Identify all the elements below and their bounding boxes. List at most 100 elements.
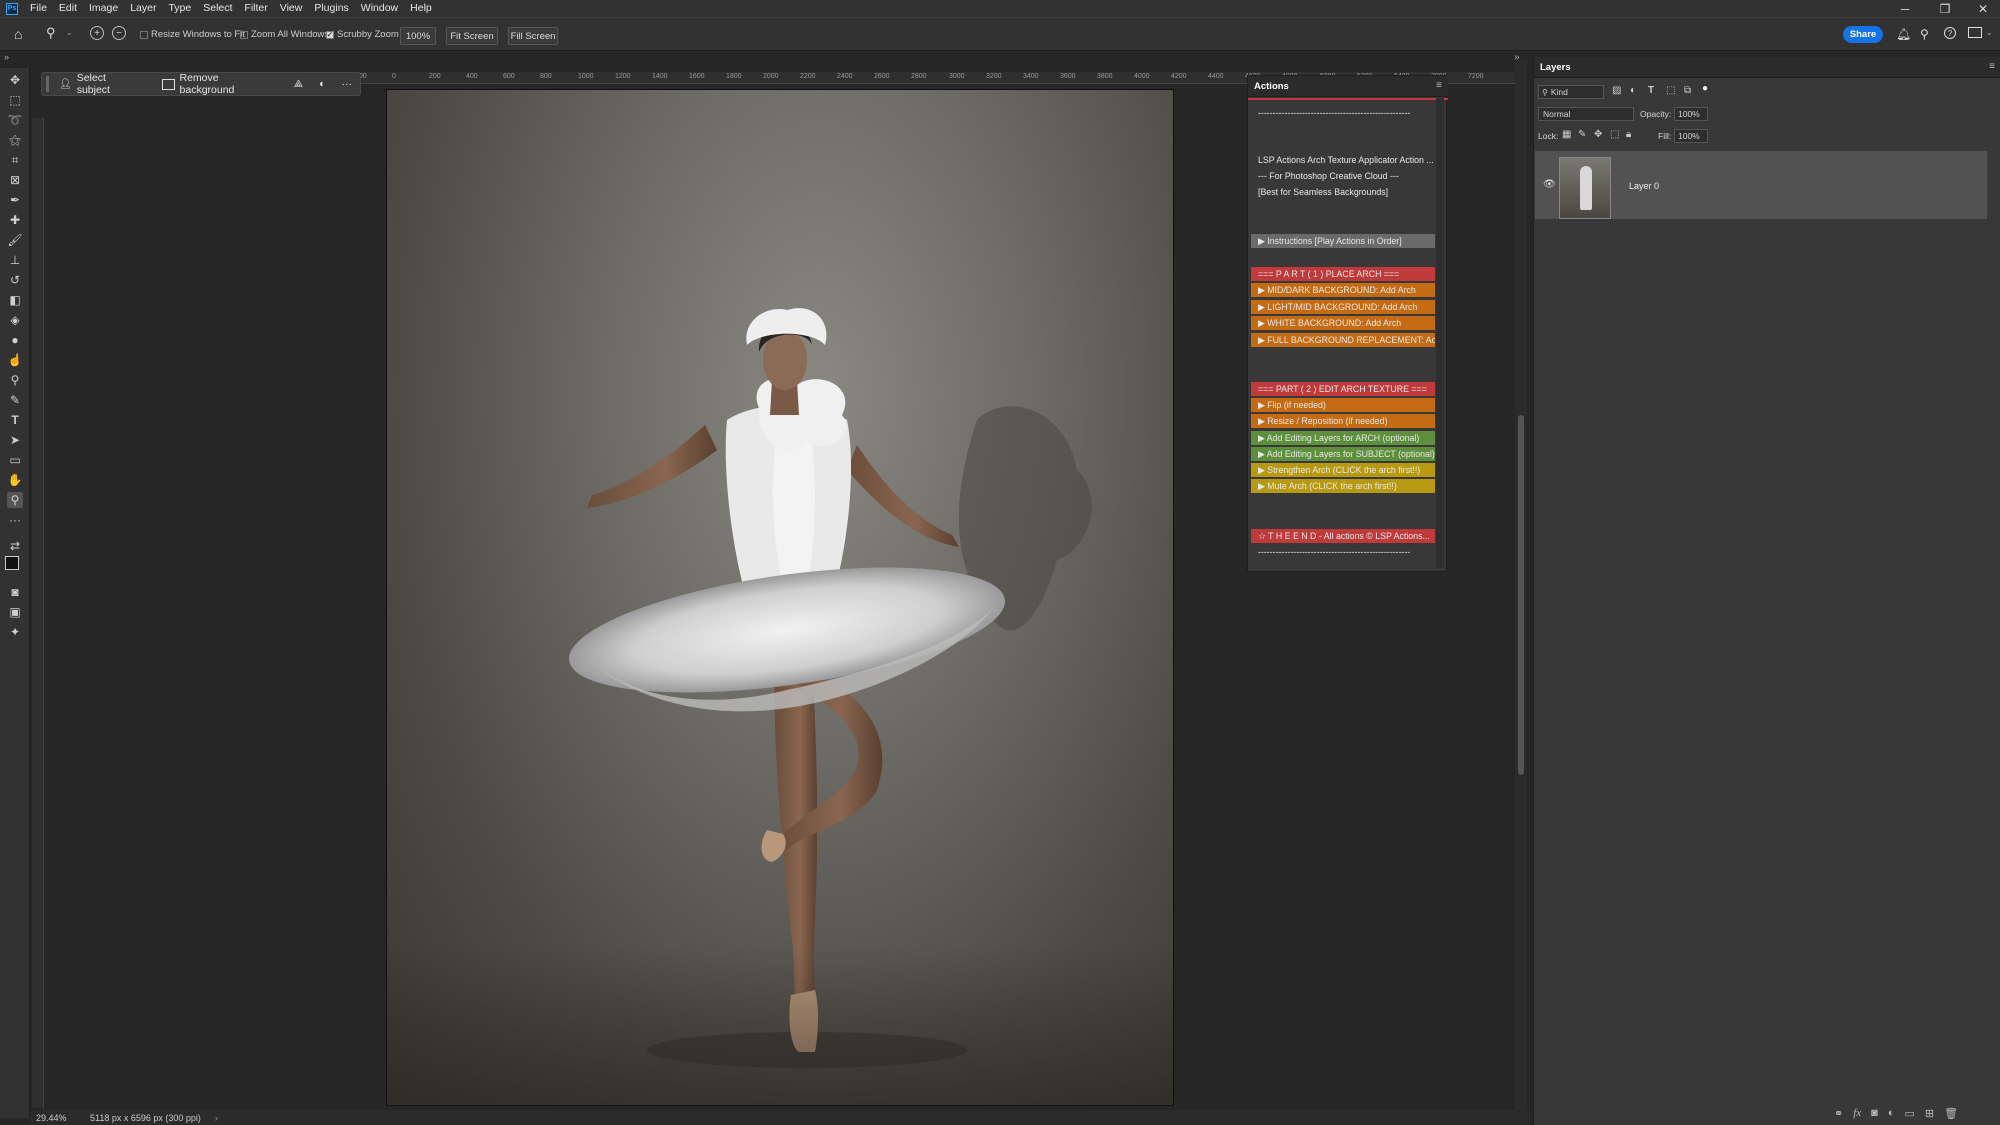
- scrubby-zoom-checkbox-box[interactable]: ✓: [326, 30, 334, 39]
- menu-window[interactable]: Window: [355, 0, 404, 17]
- layer-row[interactable]: 👁︎ Layer 0: [1535, 151, 1987, 219]
- filter-toggle-icon[interactable]: ●: [1702, 83, 1708, 94]
- zoom-percentage-field[interactable]: 100%: [400, 27, 436, 45]
- smudge-tool-icon[interactable]: ☝: [7, 352, 23, 368]
- action-row[interactable]: [1251, 122, 1435, 136]
- vertical-scroll-thumb[interactable]: [1518, 415, 1524, 775]
- menu-image[interactable]: Image: [83, 0, 124, 17]
- generative-fill-icon[interactable]: ✦: [7, 624, 23, 640]
- blur-tool-icon[interactable]: ●: [7, 332, 23, 348]
- menu-filter[interactable]: Filter: [238, 0, 273, 17]
- menu-select[interactable]: Select: [197, 0, 238, 17]
- tool-preset-chevron-icon[interactable]: ⌄: [66, 28, 73, 37]
- filter-smart-object-icon[interactable]: ⧉: [1684, 85, 1691, 96]
- document-info[interactable]: 5118 px x 6596 px (300 ppi): [90, 1113, 201, 1123]
- lock-all-icon[interactable]: 🔒︎: [1626, 129, 1631, 140]
- actions-tab[interactable]: Actions: [1254, 81, 1289, 92]
- expand-toolbar-icon[interactable]: »: [4, 52, 9, 62]
- action-row[interactable]: === P A R T ( 1 ) PLACE ARCH ===: [1251, 267, 1435, 281]
- dodge-tool-icon[interactable]: ⚲: [7, 372, 23, 388]
- action-row[interactable]: === PART ( 2 ) EDIT ARCH TEXTURE ===: [1251, 382, 1435, 396]
- opacity-field[interactable]: 100%: [1674, 107, 1708, 121]
- select-subject-button[interactable]: 👤︎ Select subject: [49, 72, 152, 96]
- pen-tool-icon[interactable]: ✎: [7, 392, 23, 408]
- zoom-level[interactable]: 29.44%: [36, 1113, 76, 1123]
- new-layer-icon[interactable]: ⊞: [1925, 1107, 1934, 1120]
- action-row[interactable]: [1251, 495, 1435, 509]
- fill-field[interactable]: 100%: [1674, 129, 1708, 143]
- adjustment-icon[interactable]: ◐: [311, 78, 333, 90]
- path-selection-tool-icon[interactable]: ➤: [7, 432, 23, 448]
- action-row[interactable]: ▶ Add Editing Layers for SUBJECT (option…: [1251, 447, 1435, 461]
- action-row[interactable]: --- For Photoshop Creative Cloud ---: [1251, 169, 1435, 183]
- menu-edit[interactable]: Edit: [53, 0, 83, 17]
- crop-tool-icon[interactable]: ⌗: [7, 152, 23, 168]
- clone-stamp-tool-icon[interactable]: ⊥: [7, 252, 23, 268]
- lock-transparent-icon[interactable]: ▦: [1562, 129, 1571, 140]
- delete-layer-icon[interactable]: 🗑︎: [1944, 1107, 1958, 1120]
- document-canvas[interactable]: [387, 90, 1173, 1105]
- search-icon[interactable]: ⚲: [1920, 27, 1929, 41]
- status-chevron-icon[interactable]: ›: [215, 1113, 218, 1123]
- action-row[interactable]: LSP Actions Arch Texture Applicator Acti…: [1251, 153, 1435, 167]
- new-adjustment-layer-icon[interactable]: ◐: [1888, 1107, 1895, 1120]
- lock-pixels-icon[interactable]: ✎: [1578, 129, 1586, 140]
- filter-adjustment-icon[interactable]: ◐: [1630, 85, 1636, 96]
- filter-type-icon[interactable]: T: [1648, 85, 1654, 96]
- restore-icon[interactable]: ❐: [1930, 0, 1960, 17]
- action-row[interactable]: ▶ WHITE BACKGROUND: Add Arch: [1251, 316, 1435, 330]
- fit-screen-button[interactable]: Fit Screen: [446, 27, 498, 45]
- eyedropper-tool-icon[interactable]: ✒: [7, 192, 23, 208]
- healing-brush-tool-icon[interactable]: ✚: [7, 212, 23, 228]
- magic-wand-tool-icon[interactable]: ⚝: [7, 132, 23, 148]
- filter-kind-dropdown[interactable]: ⚲ Kind: [1538, 85, 1604, 99]
- action-row[interactable]: [1251, 250, 1435, 264]
- home-icon[interactable]: ⌂: [14, 26, 30, 42]
- share-button[interactable]: Share: [1843, 26, 1883, 43]
- menu-layer[interactable]: Layer: [124, 0, 162, 17]
- actions-scrollbar[interactable]: [1436, 98, 1444, 568]
- more-options-icon[interactable]: ···: [334, 78, 361, 90]
- action-row[interactable]: ▶ MID/DARK BACKGROUND: Add Arch: [1251, 283, 1435, 297]
- canvas-vertical-scrollbar[interactable]: [1515, 60, 1527, 1110]
- menu-file[interactable]: File: [24, 0, 53, 17]
- workspace-chevron-icon[interactable]: ⌄: [1986, 28, 1993, 37]
- action-row[interactable]: ▶ Resize / Reposition (if needed): [1251, 414, 1435, 428]
- menu-help[interactable]: Help: [404, 0, 438, 17]
- brush-tool-icon[interactable]: 🖌︎: [7, 232, 23, 248]
- paint-bucket-tool-icon[interactable]: ◈: [7, 312, 23, 328]
- new-group-icon[interactable]: ▭: [1904, 1107, 1914, 1120]
- zoom-tool-icon[interactable]: ⚲: [46, 25, 62, 41]
- menu-plugins[interactable]: Plugins: [308, 0, 354, 17]
- zoom-out-icon[interactable]: −: [112, 26, 126, 40]
- minimize-icon[interactable]: ─: [1890, 0, 1920, 17]
- zoom-all-windows-checkbox[interactable]: Zoom All Windows: [240, 29, 329, 40]
- add-mask-icon[interactable]: ◙: [1871, 1107, 1878, 1120]
- action-row[interactable]: [1251, 349, 1435, 363]
- transform-icon[interactable]: ⟁: [286, 78, 311, 91]
- close-icon[interactable]: ✕: [1968, 0, 1998, 17]
- zoom-tool-active-icon[interactable]: ⚲: [7, 492, 23, 508]
- resize-windows-checkbox[interactable]: Resize Windows to Fit: [140, 29, 245, 40]
- filter-pixel-icon[interactable]: ▨: [1612, 85, 1621, 96]
- link-layers-icon[interactable]: ⚭: [1834, 1107, 1843, 1120]
- type-tool-icon[interactable]: T: [7, 412, 23, 428]
- action-row[interactable]: ▶ Add Editing Layers for ARCH (optional): [1251, 431, 1435, 445]
- action-row[interactable]: ▶ FULL BACKGROUND REPLACEMENT: Add...: [1251, 333, 1435, 347]
- layer-style-fx-icon[interactable]: fx: [1853, 1107, 1861, 1120]
- zoom-all-windows-checkbox-box[interactable]: [240, 30, 248, 39]
- action-row[interactable]: ----------------------------------------…: [1251, 106, 1435, 120]
- remove-background-button[interactable]: Remove background: [152, 72, 286, 96]
- help-icon[interactable]: ?: [1944, 27, 1956, 39]
- action-row[interactable]: [Best for Seamless Backgrounds]: [1251, 185, 1435, 199]
- more-tools-icon[interactable]: ···: [7, 512, 23, 528]
- action-row[interactable]: ▶ Flip (if needed): [1251, 398, 1435, 412]
- workspace-icon[interactable]: [1968, 27, 1982, 38]
- frame-tool-icon[interactable]: ⊠: [7, 172, 23, 188]
- scrubby-zoom-checkbox[interactable]: ✓ Scrubby Zoom: [326, 29, 399, 40]
- action-row[interactable]: ▶ LIGHT/MID BACKGROUND: Add Arch: [1251, 300, 1435, 314]
- rectangle-tool-icon[interactable]: ▭: [7, 452, 23, 468]
- menu-type[interactable]: Type: [162, 0, 197, 17]
- eraser-tool-icon[interactable]: ◧: [7, 292, 23, 308]
- foreground-color-swatch[interactable]: [5, 556, 19, 570]
